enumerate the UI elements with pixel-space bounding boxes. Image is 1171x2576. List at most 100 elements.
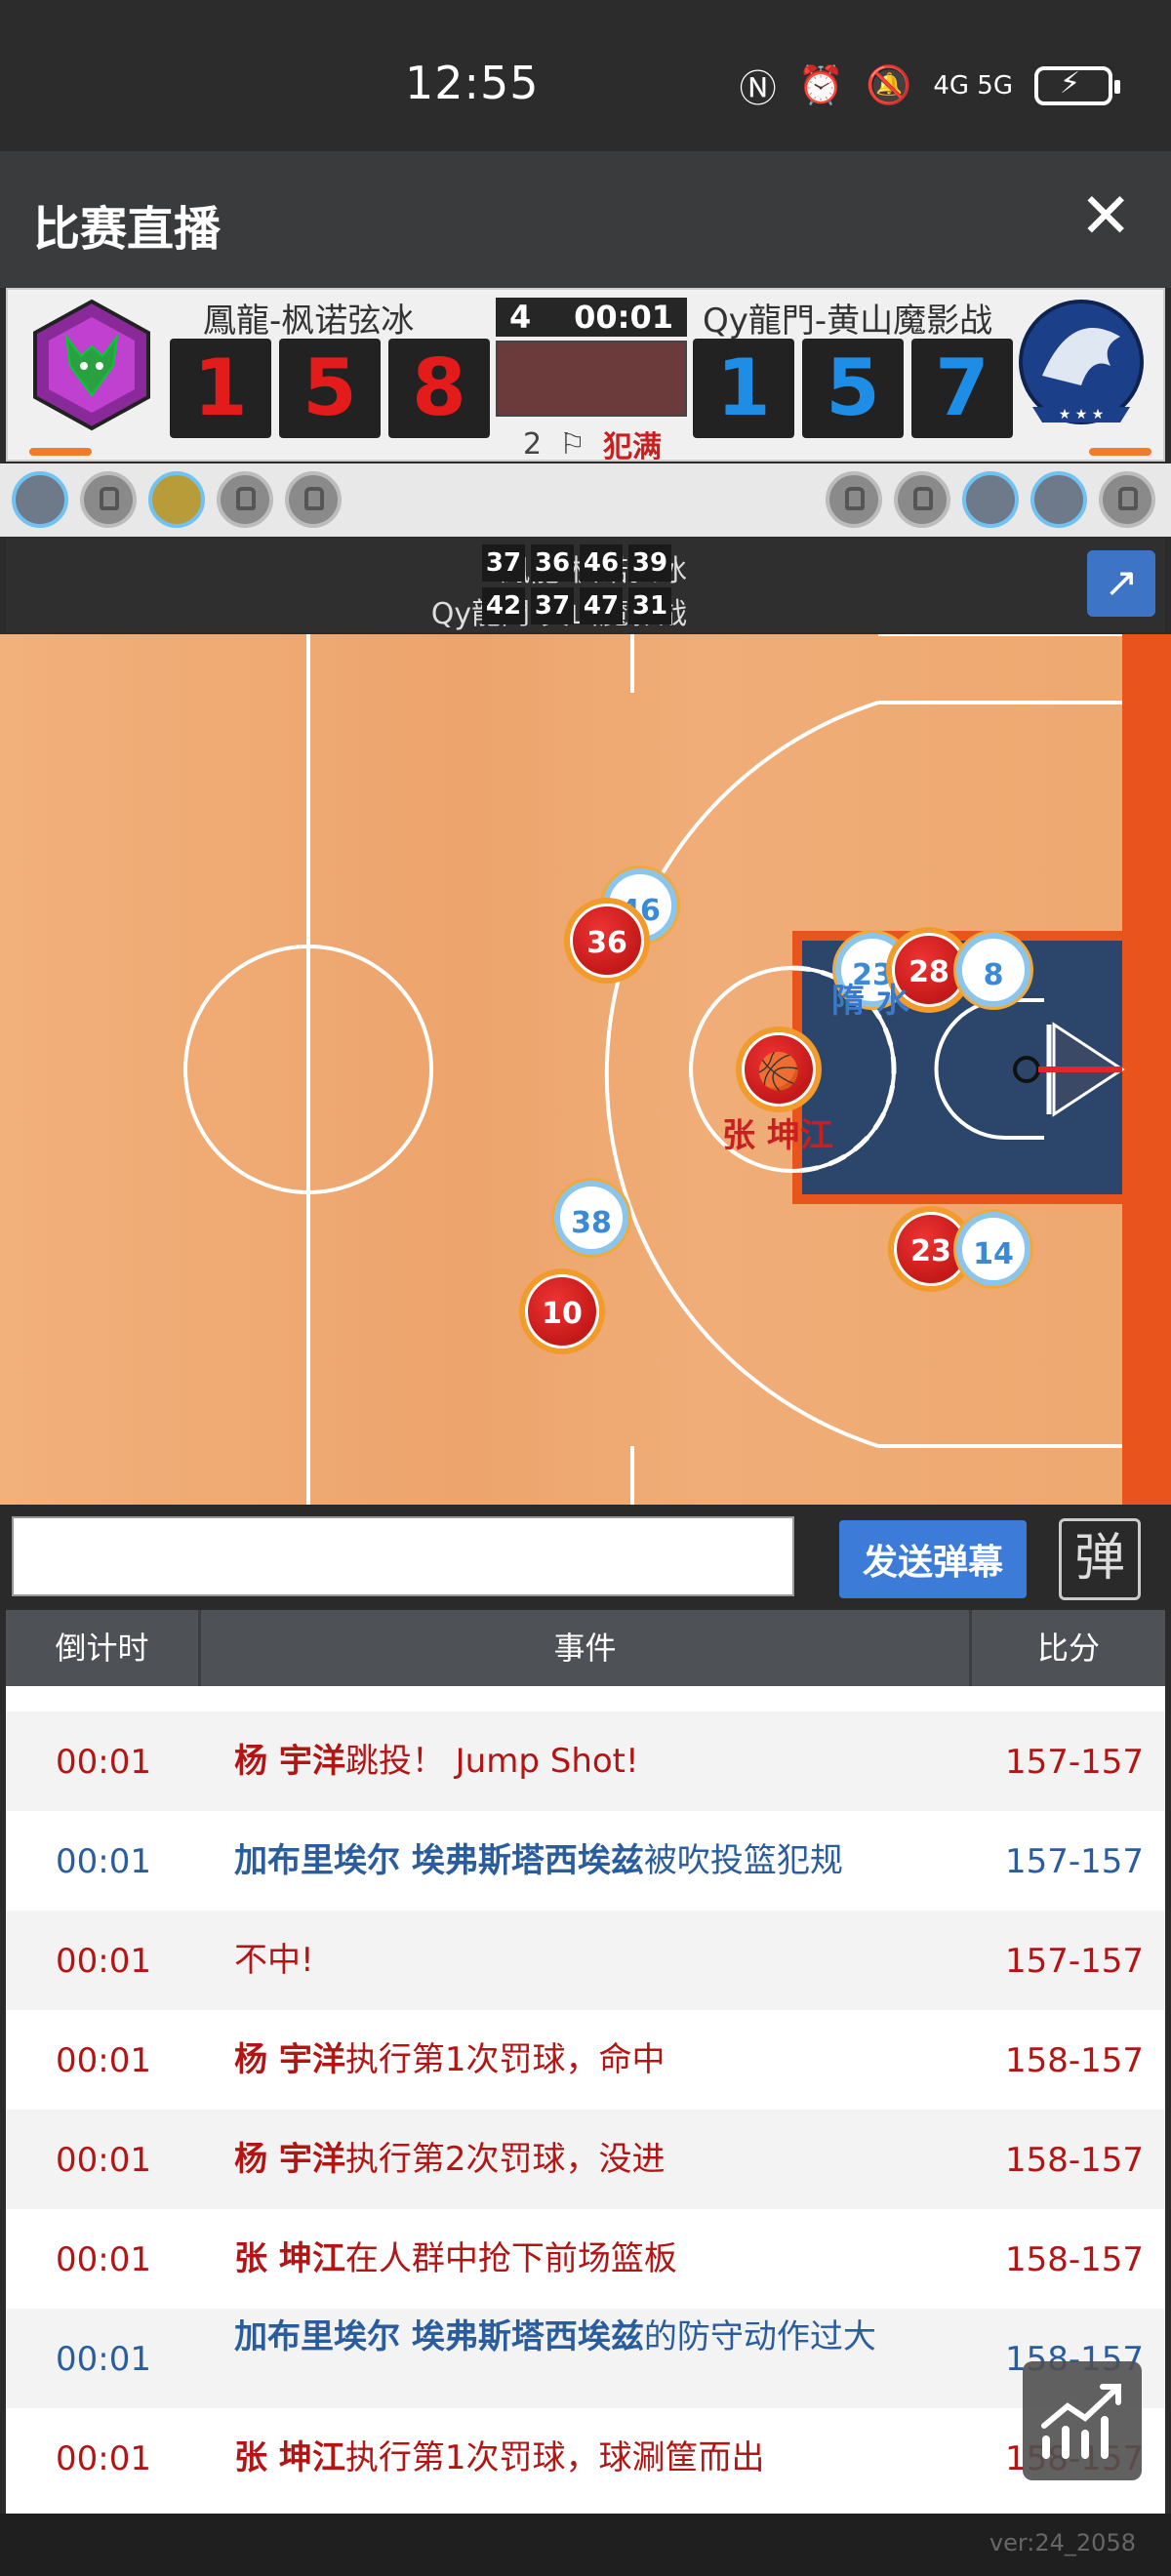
event-text: 执行第1次罚球，命中: [344, 2040, 666, 2079]
version-label: ver:24_2058: [989, 2529, 1136, 2556]
log-time: 00:01: [56, 1942, 151, 1981]
danmu-bar: 发送弹幕 弹: [0, 1505, 1171, 1607]
log-row: 00:01 张 坤江执行第1次罚球，球涮筐而出 158-157: [6, 2408, 1165, 2508]
lock-icon[interactable]: [217, 471, 273, 528]
quarter-scores: 鳳龍-枫诺弦冰 37 36 46 39 Qy龍門-黄山魔影战 42 37 47 …: [6, 539, 1165, 632]
foul-count: 2: [523, 426, 543, 462]
player-marker[interactable]: 14: [956, 1212, 1030, 1286]
log-score: 157-157: [1004, 1842, 1144, 1881]
event-log[interactable]: 00:01 杨 宇洋跳投！ Jump Shot! 157-157 00:01 加…: [6, 1686, 1165, 2514]
close-icon[interactable]: ✕: [1079, 181, 1132, 253]
player-name: 加布里埃尔 埃弗斯塔西埃兹: [234, 2317, 644, 2356]
game-clock: 00:01: [574, 299, 673, 336]
lock-icon[interactable]: [285, 471, 342, 528]
log-score: 157-157: [1004, 1743, 1144, 1782]
log-row: 00:01 加布里埃尔 埃弗斯塔西埃兹被吹投篮犯规 157-157: [6, 1811, 1165, 1911]
log-row: 00:01 张 坤江在人群中抢下前场篮板 158-157: [6, 2209, 1165, 2309]
status-bar: 12:55 Ⓝ ⏰ 🔕 4G 5G ⚡: [0, 0, 1171, 151]
quarter-score: 39: [628, 544, 671, 582]
log-event: 杨 宇洋执行第2次罚球，没进: [234, 2141, 937, 2178]
whistle-icon: ⚐: [559, 426, 586, 462]
away-perk-icon[interactable]: [1030, 471, 1087, 528]
home-score-digit: 1: [170, 339, 271, 438]
quarter-score: 47: [580, 587, 623, 624]
page-title: 比赛直播: [33, 202, 222, 257]
player-marker[interactable]: 38: [554, 1181, 628, 1255]
stats-chart-button[interactable]: [1023, 2361, 1142, 2480]
log-event: 张 坤江在人群中抢下前场篮板: [234, 2240, 937, 2277]
event-text: 执行第1次罚球，球涮筐而出: [344, 2438, 765, 2477]
foul-label: 犯满: [603, 430, 662, 464]
home-score-digit: 8: [388, 339, 490, 438]
log-score: 158-157: [1004, 2141, 1144, 2180]
player-name: 杨 宇洋: [234, 2040, 345, 2079]
home-perk-icon[interactable]: [148, 471, 205, 528]
battery-charging-icon: ⚡: [1034, 65, 1120, 105]
log-time: 00:01: [56, 1842, 151, 1881]
chart-trend-icon: [1041, 2384, 1121, 2459]
away-team-logo: ★ ★ ★: [1019, 300, 1144, 424]
log-time: 00:01: [56, 2141, 151, 2180]
home-quarter-scores: 37 36 46 39: [482, 544, 671, 582]
event-text: 被吹投篮犯规: [643, 1841, 843, 1880]
status-icons: Ⓝ ⏰ 🔕 4G 5G ⚡: [740, 59, 1120, 112]
player-name: 张 坤江: [234, 2438, 345, 2477]
svg-text:★ ★ ★: ★ ★ ★: [1059, 407, 1105, 423]
header-countdown: 倒计时: [6, 1610, 201, 1686]
log-row: 00:01 不中! 157-157: [6, 1911, 1165, 2010]
quarter-score: 37: [531, 587, 574, 624]
log-event: 张 坤江执行第1次罚球，球涮筐而出: [234, 2439, 937, 2476]
player-name: 加布里埃尔 埃弗斯塔西埃兹: [234, 1841, 644, 1880]
perk-row: [0, 463, 1171, 537]
home-perk-icon[interactable]: [12, 471, 68, 528]
player-marker[interactable]: 10: [525, 1274, 599, 1348]
event-text: 跳投！ Jump Shot!: [344, 1742, 639, 1781]
player-name-label: 隋 水: [831, 982, 909, 1021]
danmu-toggle-icon[interactable]: 弹: [1059, 1518, 1141, 1600]
alarm-icon: ⏰: [797, 63, 845, 106]
ball-handler-marker[interactable]: 🏀: [742, 1032, 816, 1107]
away-indicator-bar: [1089, 448, 1151, 456]
shot-clock-panel: [496, 341, 687, 417]
log-event: 杨 宇洋跳投！ Jump Shot!: [234, 1743, 937, 1780]
player-marker[interactable]: 36: [570, 904, 644, 978]
log-row: 00:01 杨 宇洋跳投！ Jump Shot! 157-157: [6, 1711, 1165, 1811]
away-score-digit: 1: [693, 339, 794, 438]
log-row: 00:01 杨 宇洋执行第2次罚球，没进 158-157: [6, 2110, 1165, 2209]
scoreboard: 鳳龍-枫诺弦冰 1 5 8 4 00:01 2 ⚐ 犯满 Qy龍門-黄山魔影战 …: [6, 288, 1165, 465]
quarter-number: 4: [509, 299, 532, 336]
lock-icon[interactable]: [826, 471, 882, 528]
mute-icon: 🔕: [866, 63, 912, 106]
foul-indicator: 2 ⚐ 犯满: [523, 423, 662, 465]
away-score-digit: 5: [802, 339, 904, 438]
log-row: 00:01 杨 宇洋执行第1次罚球，命中 158-157: [6, 2010, 1165, 2110]
lock-icon[interactable]: [894, 471, 950, 528]
event-text: 执行第2次罚球，没进: [344, 2140, 666, 2179]
status-time: 12:55: [405, 57, 540, 109]
log-event: 加布里埃尔 埃弗斯塔西埃兹的防守动作过大: [234, 2318, 937, 2355]
player-marker[interactable]: 8: [956, 933, 1030, 1007]
log-event: 不中!: [234, 1942, 937, 1979]
player-name: 张 坤江: [234, 2239, 345, 2278]
send-danmu-button[interactable]: 发送弹幕: [839, 1520, 1027, 1598]
home-team-logo: [33, 299, 150, 431]
player-name: 杨 宇洋: [234, 1742, 345, 1781]
share-button[interactable]: ↗: [1087, 550, 1155, 617]
log-time: 00:01: [56, 2439, 151, 2478]
log-score: 158-157: [1004, 2041, 1144, 2080]
footer: ver:24_2058: [0, 2514, 1171, 2576]
log-time: 00:01: [56, 1743, 151, 1782]
danmu-input[interactable]: [12, 1516, 794, 1596]
share-icon: ↗: [1104, 558, 1139, 606]
quarter-score: 42: [482, 587, 525, 624]
log-time: 00:01: [56, 2340, 151, 2379]
log-score: 157-157: [1004, 1942, 1144, 1981]
log-row: 00:01 加布里埃尔 埃弗斯塔西埃兹的防守动作过大 158-157: [6, 2309, 1165, 2408]
quarter-score: 36: [531, 544, 574, 582]
away-perk-icon[interactable]: [962, 471, 1019, 528]
header-event: 事件: [201, 1610, 972, 1686]
away-quarter-scores: 42 37 47 31: [482, 587, 671, 624]
lock-icon[interactable]: [80, 471, 137, 528]
header-score: 比分: [1036, 1630, 1100, 1667]
lock-icon[interactable]: [1099, 471, 1155, 528]
